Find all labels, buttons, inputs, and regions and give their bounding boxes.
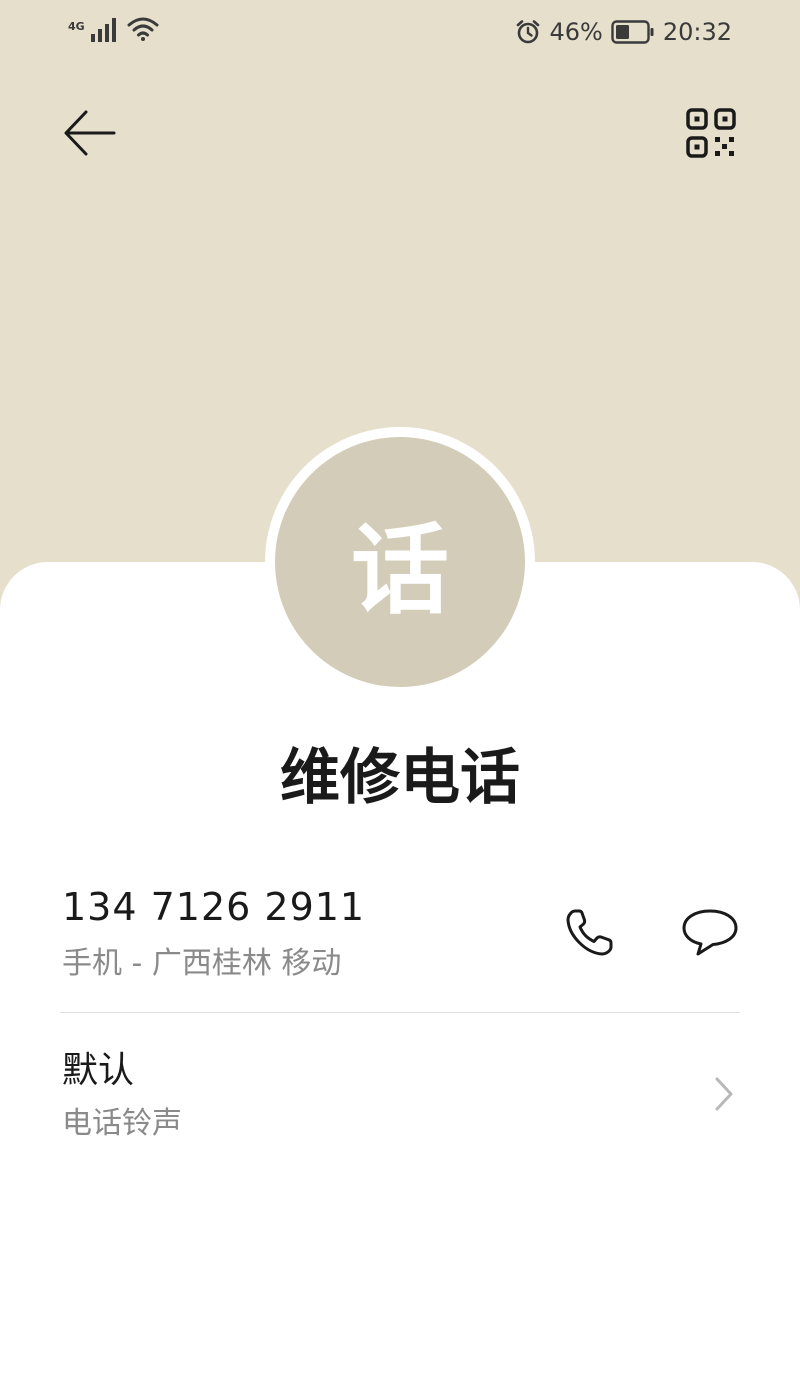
phone-number: 134 7126 2911	[62, 885, 366, 929]
status-bar-right: 46% 20:32	[515, 16, 732, 48]
avatar-initial: 话	[350, 514, 449, 628]
battery-icon	[611, 20, 654, 44]
qr-code-icon	[686, 108, 736, 158]
divider	[60, 1012, 740, 1013]
arrow-left-icon	[64, 110, 116, 156]
network-type: 4G	[68, 20, 85, 33]
ringtone-row[interactable]: 默认 电话铃声	[0, 1036, 800, 1156]
status-bar-left: 4G	[68, 16, 159, 42]
wifi-icon	[127, 17, 159, 41]
message-button[interactable]	[678, 902, 742, 962]
status-bar: 4G 46% 20:32	[0, 0, 800, 64]
battery-percentage: 46%	[549, 18, 603, 46]
qr-code-button[interactable]	[678, 100, 744, 166]
message-bubble-icon	[682, 909, 738, 956]
phone-number-meta: 手机 - 广西桂林 移动	[62, 946, 342, 981]
alarm-clock-icon	[517, 20, 540, 44]
phone-icon	[566, 909, 613, 956]
phone-number-row[interactable]: 134 7126 2911 手机 - 广西桂林 移动	[0, 872, 800, 1012]
ringtone-label: 电话铃声	[62, 1106, 182, 1141]
contact-name: 维修电话	[280, 743, 520, 813]
signal-strength-icon	[90, 18, 116, 42]
chevron-right-icon	[715, 1077, 733, 1111]
ringtone-value: 默认	[62, 1050, 135, 1091]
call-button[interactable]	[560, 902, 620, 962]
back-button[interactable]	[56, 100, 122, 166]
avatar[interactable]: 话	[275, 437, 525, 687]
clock-time: 20:32	[662, 18, 732, 46]
